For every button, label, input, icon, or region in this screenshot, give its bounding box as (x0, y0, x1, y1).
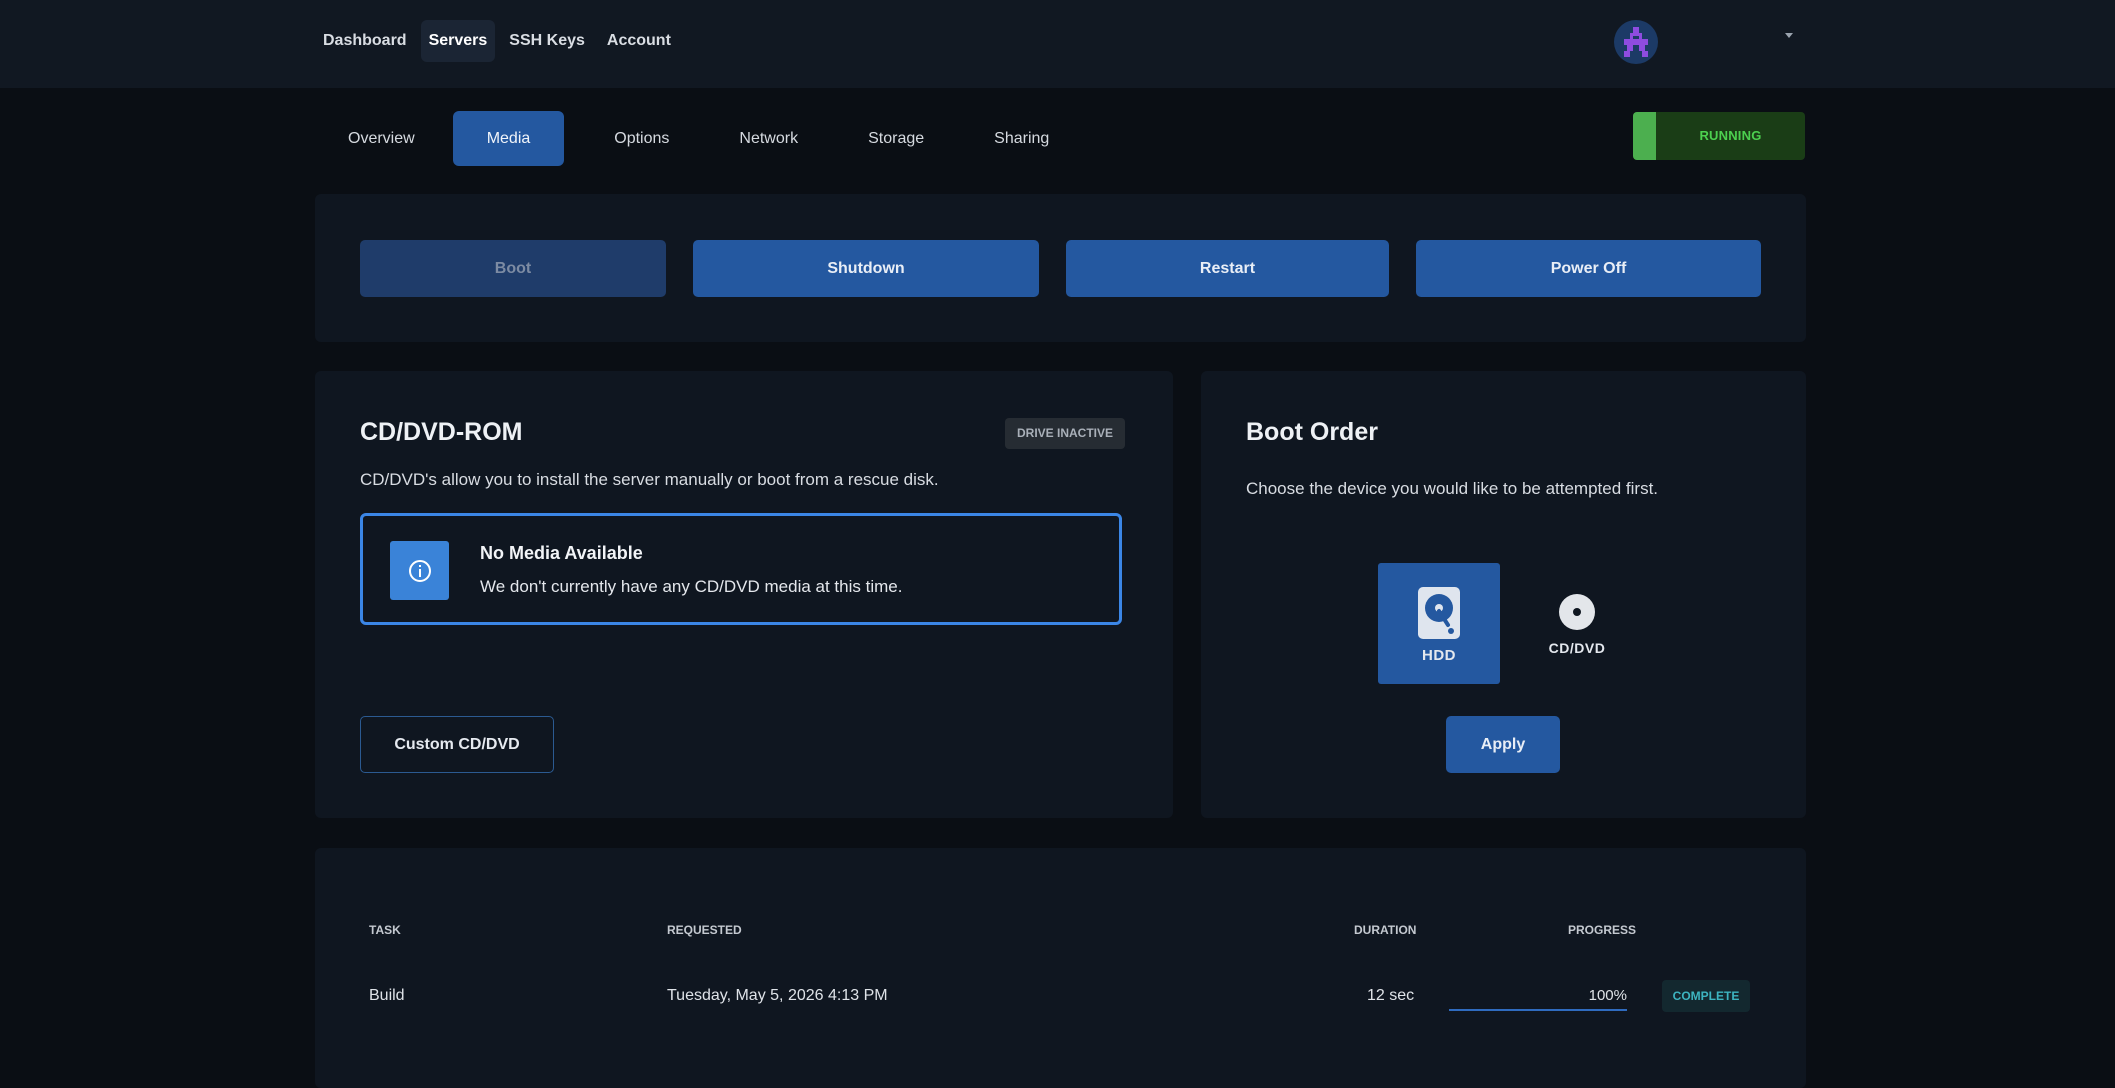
tab-network[interactable]: Network (719, 111, 818, 166)
cdrom-description: CD/DVD's allow you to install the server… (360, 470, 939, 489)
status-badge: COMPLETE (1662, 980, 1750, 1012)
tab-options[interactable]: Options (594, 111, 689, 166)
column-header-task: TASK (369, 923, 401, 937)
tab-overview[interactable]: Overview (328, 111, 435, 166)
alert-title: No Media Available (480, 543, 643, 563)
boot-device-cd-dvd[interactable]: CD/DVD (1516, 563, 1638, 684)
apply-button[interactable]: Apply (1446, 716, 1560, 773)
hard-drive-icon (1418, 587, 1460, 639)
nav-account[interactable]: Account (599, 20, 679, 62)
task-name: Build (369, 987, 405, 1004)
tab-sharing[interactable]: Sharing (974, 111, 1069, 166)
column-header-progress: PROGRESS (1568, 923, 1637, 937)
tab-media[interactable]: Media (452, 111, 565, 166)
server-status-badge: RUNNING (1633, 112, 1805, 160)
power-off-button[interactable]: Power Off (1416, 240, 1761, 297)
custom-cd-dvd-button[interactable]: Custom CD/DVD (360, 716, 554, 773)
drive-status-badge: DRIVE INACTIVE (1005, 418, 1125, 449)
tab-storage[interactable]: Storage (848, 111, 944, 166)
disc-icon (1559, 594, 1595, 630)
tasks-panel: TASK REQUESTED DURATION PROGRESS Build T… (315, 848, 1806, 1088)
nav-ssh-keys[interactable]: SSH Keys (501, 20, 593, 62)
avatar[interactable] (1614, 20, 1658, 64)
task-requested: Tuesday, May 5, 2026 4:13 PM (667, 987, 888, 1004)
no-media-alert: No Media Available We don't currently ha… (360, 513, 1122, 625)
status-label: RUNNING (1699, 128, 1762, 143)
restart-button[interactable]: Restart (1066, 240, 1389, 297)
column-header-requested: REQUESTED (667, 923, 742, 937)
boot-order-title: Boot Order (1246, 418, 1378, 446)
boot-device-hdd[interactable]: HDD (1378, 563, 1500, 684)
pixel-avatar-icon (1624, 27, 1648, 57)
top-navbar: Dashboard Servers SSH Keys Account (0, 0, 2115, 88)
hdd-label: HDD (1422, 647, 1456, 664)
column-header-duration: DURATION (1354, 923, 1417, 937)
main-nav: Dashboard Servers SSH Keys Account (315, 20, 679, 62)
power-controls-panel: Boot Shutdown Restart Power Off (315, 194, 1806, 342)
boot-order-description: Choose the device you would like to be a… (1246, 479, 1659, 498)
nav-dashboard[interactable]: Dashboard (315, 20, 415, 62)
cd-dvd-label: CD/DVD (1548, 640, 1606, 656)
boot-order-panel: Boot Order Choose the device you would l… (1201, 371, 1806, 818)
server-tabs: Overview Media Options Network Storage S… (328, 111, 1099, 166)
shutdown-button[interactable]: Shutdown (693, 240, 1039, 297)
nav-servers[interactable]: Servers (420, 20, 496, 62)
status-indicator (1633, 112, 1656, 160)
task-duration: 12 sec (1367, 987, 1415, 1004)
cdrom-panel: CD/DVD-ROM DRIVE INACTIVE CD/DVD's allow… (315, 371, 1173, 818)
progress-fill (1449, 1009, 1627, 1011)
boot-button[interactable]: Boot (360, 240, 666, 297)
user-menu-chevron-down-icon[interactable] (1785, 33, 1793, 38)
alert-message: We don't currently have any CD/DVD media… (480, 577, 903, 596)
cdrom-title: CD/DVD-ROM (360, 418, 523, 446)
info-icon (390, 541, 449, 600)
progress-percent: 100% (1588, 987, 1627, 1004)
task-progress-bar: 100% (1449, 987, 1627, 1011)
